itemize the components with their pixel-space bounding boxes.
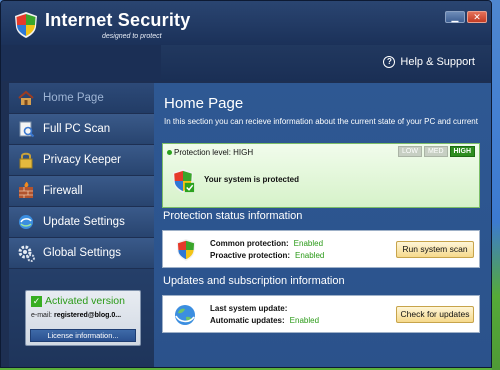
protection-status-heading: Protection status information bbox=[163, 210, 303, 222]
common-protection-row: Common protection: Enabled bbox=[210, 239, 324, 248]
sidebar-item-privacy-keeper[interactable]: Privacy Keeper bbox=[9, 145, 154, 175]
protection-level-selector: LOW MED HIGH bbox=[397, 146, 475, 157]
protection-status-card: Common protection: Enabled Proactive prot… bbox=[162, 230, 480, 268]
home-icon bbox=[18, 90, 34, 105]
license-status-box: ✓ Activated version e-mail: registered@b… bbox=[25, 290, 141, 346]
status-value: Enabled bbox=[289, 316, 320, 325]
protection-level-card: Protection level: HIGH LOW MED HIGH Your… bbox=[162, 143, 480, 208]
level-low[interactable]: LOW bbox=[397, 146, 422, 157]
check-for-updates-button[interactable]: Check for updates bbox=[396, 306, 474, 323]
sidebar-item-label: Global Settings bbox=[43, 247, 121, 259]
sidebar-item-label: Firewall bbox=[43, 185, 83, 197]
protection-message: Your system is protected bbox=[204, 175, 299, 184]
globe-update-icon bbox=[175, 305, 195, 325]
minimize-button[interactable]: ▁ bbox=[445, 11, 465, 23]
desktop-background bbox=[492, 0, 500, 370]
sidebar: Home Page Full PC Scan Privacy Keeper Fi… bbox=[9, 83, 154, 269]
title-bar[interactable]: Internet Security designed to protect ▁ … bbox=[1, 1, 491, 45]
updates-card: Last system update: Automatic updates: En… bbox=[162, 295, 480, 333]
shield-icon bbox=[176, 239, 196, 261]
sidebar-item-full-pc-scan[interactable]: Full PC Scan bbox=[9, 114, 154, 144]
status-value: Enabled bbox=[293, 239, 324, 248]
status-dot-icon bbox=[167, 150, 172, 155]
license-information-button[interactable]: License information... bbox=[30, 329, 136, 342]
help-support-link[interactable]: ? Help & Support bbox=[383, 56, 475, 68]
close-button[interactable]: ✕ bbox=[467, 11, 487, 23]
status-value: Enabled bbox=[295, 251, 325, 260]
email-label: e-mail: bbox=[31, 312, 53, 319]
shield-check-icon bbox=[172, 169, 195, 193]
help-icon: ? bbox=[383, 56, 396, 68]
last-update-row: Last system update: bbox=[210, 304, 288, 313]
activation-status: ✓ Activated version bbox=[31, 295, 125, 307]
sidebar-item-global-settings[interactable]: Global Settings bbox=[9, 238, 154, 268]
level-high[interactable]: HIGH bbox=[449, 146, 475, 157]
sidebar-item-label: Full PC Scan bbox=[43, 123, 111, 135]
lock-icon bbox=[19, 152, 33, 169]
header-spacer bbox=[1, 45, 161, 81]
update-icon bbox=[19, 215, 33, 229]
check-icon: ✓ bbox=[31, 295, 42, 307]
automatic-updates-row: Automatic updates: Enabled bbox=[210, 316, 320, 325]
sidebar-item-label: Privacy Keeper bbox=[43, 154, 121, 166]
app-window: Internet Security designed to protect ▁ … bbox=[0, 0, 492, 368]
sidebar-item-firewall[interactable]: Firewall bbox=[9, 176, 154, 206]
run-system-scan-button[interactable]: Run system scan bbox=[396, 241, 474, 258]
scan-icon bbox=[19, 121, 35, 138]
registered-email: e-mail: registered@blog.0... bbox=[31, 312, 121, 319]
firewall-icon bbox=[19, 182, 33, 198]
main-panel: Home Page In this section you can reciev… bbox=[154, 83, 491, 367]
gear-icon bbox=[18, 245, 35, 262]
activation-label: Activated version bbox=[45, 295, 125, 307]
sidebar-item-home-page[interactable]: Home Page bbox=[9, 83, 154, 113]
help-label: Help & Support bbox=[400, 56, 475, 68]
help-bar: ? Help & Support bbox=[161, 45, 491, 81]
sidebar-item-update-settings[interactable]: Update Settings bbox=[9, 207, 154, 237]
updates-heading: Updates and subscription information bbox=[163, 275, 345, 287]
window-subtitle: designed to protect bbox=[102, 33, 162, 40]
proactive-protection-row: Proactive protection: Enabled bbox=[210, 251, 325, 260]
protection-level-label: Protection level: HIGH bbox=[167, 148, 253, 157]
app-logo-shield-icon bbox=[15, 12, 37, 38]
window-title: Internet Security bbox=[45, 10, 191, 30]
sidebar-item-label: Home Page bbox=[43, 92, 104, 104]
email-value: registered@blog.0... bbox=[53, 312, 122, 319]
page-description: In this section you can recieve informat… bbox=[164, 117, 478, 126]
page-title: Home Page bbox=[164, 95, 244, 112]
sidebar-item-label: Update Settings bbox=[43, 216, 125, 228]
level-med[interactable]: MED bbox=[423, 146, 448, 157]
